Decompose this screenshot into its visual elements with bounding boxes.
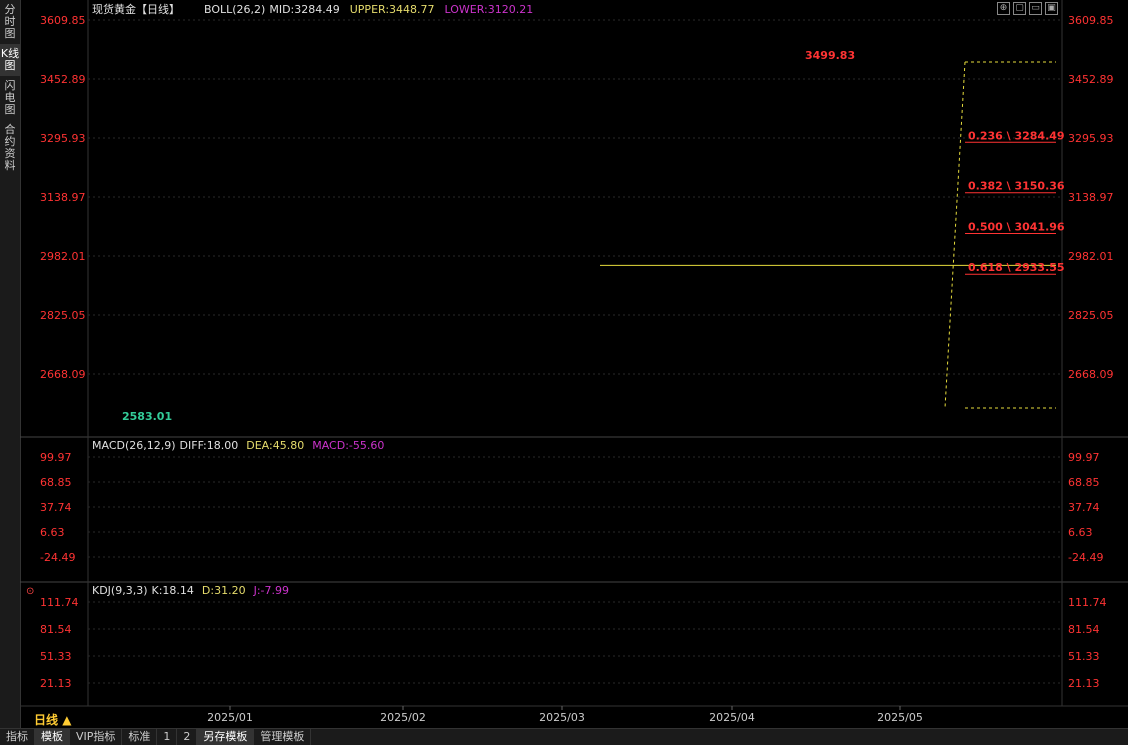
kdj-ytick-left-0: 111.74: [40, 596, 79, 609]
kdj-ytick-right-0: 111.74: [1068, 596, 1107, 609]
kdj-j-label: J:-7.99: [253, 584, 289, 597]
price-ytick-right-5: 2825.05: [1068, 309, 1114, 322]
kdj-ytick-right-1: 81.54: [1068, 623, 1100, 636]
macd-ytick-right-2: 37.74: [1068, 501, 1100, 514]
bottom-tab-4[interactable]: 1: [157, 729, 178, 745]
macd-ytick-right-1: 68.85: [1068, 476, 1100, 489]
chart-title: 现货黄金【日线】: [92, 2, 180, 16]
price-ytick-left-6: 2668.09: [40, 368, 86, 381]
macd-ytick-right-0: 99.97: [1068, 451, 1100, 464]
price-legend: 现货黄金【日线】 BOLL(26,2) MID:3284.49 UPPER:3448.…: [92, 2, 533, 16]
macd-title: MACD(26,12,9): [92, 439, 176, 452]
price-ytick-right-6: 2668.09: [1068, 368, 1114, 381]
macd-ytick-right-3: 6.63: [1068, 526, 1093, 539]
chart-canvas[interactable]: 3609.85 3609.85 3452.89 3452.89 3295.93 3295.…: [20, 0, 1128, 728]
fib-label-0: 0.236 \ 3284.49: [968, 129, 1065, 142]
fib-label-1: 0.382 \ 3150.36: [968, 180, 1065, 193]
price-ytick-left-0: 3609.85: [40, 14, 86, 27]
boll-upper-label: UPPER:3448.77: [350, 3, 435, 16]
kdj-panel: 111.74 111.74 81.54 81.54 51.33 51.33 21.13 21.…: [26, 584, 1107, 690]
fib-trend-line: [944, 61, 966, 409]
macd-panel: 99.97 99.97 68.85 68.85 37.74 37.74 6.63 6.63 -2…: [40, 439, 1103, 564]
kdj-ytick-right-2: 51.33: [1068, 650, 1100, 663]
boll-mid-label: MID:3284.49: [269, 3, 339, 16]
kdj-legend: KDJ(9,3,3) K:18.14 D:31.20 J:-7.99: [92, 584, 289, 597]
kdj-ytick-left-1: 81.54: [40, 623, 72, 636]
period-label: 日线: [34, 713, 59, 727]
macd-ytick-left-2: 37.74: [40, 501, 72, 514]
template-tabbar: 指标 模板 VIP指标 标准 1 2 另存模板 管理模板: [0, 728, 1128, 745]
x-tick-label-2: 2025/03: [539, 711, 585, 724]
boll-label: BOLL(26,2): [204, 3, 265, 16]
price-ytick-right-3: 3138.97: [1068, 191, 1114, 204]
period-selector[interactable]: 日线 ▲: [34, 711, 71, 728]
price-panel: 3609.85 3609.85 3452.89 3452.89 3295.93 3295.…: [40, 2, 1114, 423]
bottom-tab-0[interactable]: 指标: [0, 729, 35, 745]
low-annotation: 2583.01: [122, 410, 172, 423]
dropdown-arrow-icon: ▲: [58, 713, 72, 727]
bottom-tab-3[interactable]: 标准: [122, 729, 158, 745]
fib-label-3: 0.618 \ 2933.55: [968, 261, 1065, 274]
bottom-tab-1[interactable]: 模板: [35, 729, 70, 745]
x-tick-label-3: 2025/04: [709, 711, 755, 724]
price-ytick-right-2: 3295.93: [1068, 132, 1114, 145]
x-axis: 2025/01 2025/02 2025/03 2025/04 2025/05: [207, 706, 923, 724]
boll-lower-label: LOWER:3120.21: [445, 3, 534, 16]
kdj-settings-icon: ⊙: [26, 586, 34, 597]
macd-diff-label: DIFF:18.00: [180, 439, 239, 452]
x-tick-label-0: 2025/01: [207, 711, 253, 724]
kdj-title: KDJ(9,3,3): [92, 584, 148, 597]
bottom-tab-2[interactable]: VIP指标: [70, 729, 123, 745]
price-ytick-left-2: 3295.93: [40, 132, 86, 145]
macd-ytick-right-4: -24.49: [1068, 551, 1103, 564]
macd-ytick-left-4: -24.49: [40, 551, 75, 564]
high-annotation: 3499.83: [805, 49, 855, 62]
sidebar-item-2[interactable]: 闪电图: [0, 76, 20, 120]
kdj-d-label: D:31.20: [202, 584, 246, 597]
price-ytick-right-4: 2982.01: [1068, 250, 1114, 263]
price-ytick-left-4: 2982.01: [40, 250, 86, 263]
macd-ytick-left-1: 68.85: [40, 476, 72, 489]
fib-label-2: 0.500 \ 3041.96: [968, 220, 1065, 233]
macd-ytick-left-3: 6.63: [40, 526, 65, 539]
grid-lines: [20, 0, 1128, 707]
kdj-k-label: K:18.14: [152, 584, 194, 597]
x-tick-label-4: 2025/05: [877, 711, 923, 724]
macd-ytick-left-0: 99.97: [40, 451, 72, 464]
price-ytick-left-1: 3452.89: [40, 73, 86, 86]
sidebar-item-0[interactable]: 分时图: [0, 0, 20, 44]
price-ytick-right-0: 3609.85: [1068, 14, 1114, 27]
bottom-tab-7[interactable]: 管理模板: [254, 729, 312, 745]
chart-type-sidebar: 分时图 K线图 闪电图 合约资料: [0, 0, 21, 728]
price-ytick-right-1: 3452.89: [1068, 73, 1114, 86]
bottom-tab-6[interactable]: 另存模板: [197, 729, 255, 745]
price-ytick-left-3: 3138.97: [40, 191, 86, 204]
kdj-ytick-left-2: 51.33: [40, 650, 72, 663]
macd-hist-label: MACD:-55.60: [312, 439, 384, 452]
x-tick-label-1: 2025/02: [380, 711, 426, 724]
sidebar-item-1[interactable]: K线图: [0, 44, 20, 76]
sidebar-item-3[interactable]: 合约资料: [0, 120, 20, 176]
macd-legend: MACD(26,12,9) DIFF:18.00 DEA:45.80 MACD:-55…: [92, 439, 384, 452]
kdj-ytick-left-3: 21.13: [40, 677, 72, 690]
price-ytick-left-5: 2825.05: [40, 309, 86, 322]
kdj-ytick-right-3: 21.13: [1068, 677, 1100, 690]
macd-dea-label: DEA:45.80: [246, 439, 304, 452]
bottom-tab-5[interactable]: 2: [177, 729, 198, 745]
